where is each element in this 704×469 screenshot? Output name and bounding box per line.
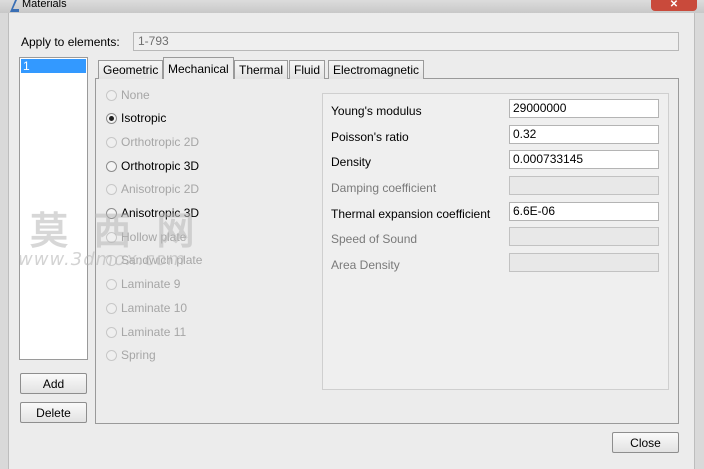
- radio-button[interactable]: [106, 326, 117, 338]
- close-button[interactable]: Close: [612, 432, 679, 453]
- speed-of-sound-field[interactable]: [509, 227, 659, 246]
- tab-electromagnetic[interactable]: Electromagnetic: [328, 60, 425, 79]
- material-type-laminate-11[interactable]: Laminate 11: [106, 323, 186, 341]
- speed-of-sound-label: Speed of Sound: [331, 232, 418, 246]
- add-button[interactable]: Add: [20, 373, 87, 394]
- material-type-orthotropic-2d[interactable]: Orthotropic 2D: [106, 133, 199, 151]
- tab-thermal[interactable]: Thermal: [234, 60, 289, 79]
- title-bar: [0, 0, 704, 13]
- material-type-orthotropic-3d[interactable]: Orthotropic 3D: [106, 157, 199, 175]
- radio-button[interactable]: [106, 302, 117, 314]
- radio-label: Laminate 9: [121, 277, 181, 291]
- youngs-modulus-label: Young's modulus: [331, 104, 422, 118]
- tab-geometric[interactable]: Geometric: [98, 60, 164, 79]
- radio-label: Laminate 10: [121, 301, 188, 315]
- poissons-ratio-field[interactable]: 0.32: [509, 125, 659, 144]
- material-type-none[interactable]: None: [106, 86, 150, 104]
- material-type-anisotropic-2d[interactable]: Anisotropic 2D: [106, 180, 199, 198]
- radio-button[interactable]: [106, 349, 117, 361]
- radio-button[interactable]: [106, 160, 117, 172]
- window-close-icon[interactable]: ✕: [651, 0, 697, 11]
- radio-button[interactable]: [106, 89, 117, 101]
- radio-label: Orthotropic 3D: [121, 159, 200, 173]
- radio-label: Spring: [121, 348, 156, 362]
- apply-to-elements-field[interactable]: 1-793: [133, 32, 679, 51]
- radio-label: Isotropic: [121, 111, 167, 125]
- radio-button[interactable]: [106, 183, 117, 195]
- radio-label: Anisotropic 2D: [121, 182, 200, 196]
- tab-fluid[interactable]: Fluid: [289, 60, 326, 79]
- app-logo-icon: [10, 0, 19, 12]
- window-title: Materials: [22, 0, 67, 10]
- radio-button[interactable]: [106, 112, 117, 124]
- material-type-isotropic[interactable]: Isotropic: [106, 109, 166, 127]
- damping-coefficient-field[interactable]: [509, 176, 659, 195]
- material-type-spring[interactable]: Spring: [106, 346, 156, 364]
- watermark-text: 莫 西 网: [30, 208, 201, 253]
- radio-label: Laminate 11: [121, 325, 187, 339]
- poissons-ratio-label: Poisson's ratio: [331, 130, 409, 144]
- radio-label: None: [121, 88, 150, 102]
- watermark-url: www.3dmox.com: [18, 249, 186, 270]
- material-type-laminate-9[interactable]: Laminate 9: [106, 275, 180, 293]
- thermal-expansion-coefficient-field[interactable]: 6.6E-06: [509, 202, 659, 221]
- delete-button[interactable]: Delete: [20, 402, 87, 423]
- window-left-edge: [0, 13, 9, 469]
- density-label: Density: [331, 155, 372, 169]
- thermal-expansion-coefficient-label: Thermal expansion coefficient: [331, 207, 491, 221]
- area-density-field[interactable]: [509, 253, 659, 272]
- area-density-label: Area Density: [331, 258, 400, 272]
- material-type-laminate-10[interactable]: Laminate 10: [106, 299, 187, 317]
- radio-button[interactable]: [106, 136, 117, 148]
- radio-button[interactable]: [106, 278, 117, 290]
- density-field[interactable]: 0.000733145: [509, 150, 659, 169]
- youngs-modulus-field[interactable]: 29000000: [509, 99, 659, 118]
- damping-coefficient-label: Damping coefficient: [331, 181, 437, 195]
- radio-label: Orthotropic 2D: [121, 135, 200, 149]
- material-list-item[interactable]: 1: [21, 59, 86, 73]
- tab-mechanical[interactable]: Mechanical: [163, 57, 234, 79]
- apply-to-elements-label: Apply to elements:: [21, 35, 120, 49]
- window-right-edge: [694, 13, 704, 469]
